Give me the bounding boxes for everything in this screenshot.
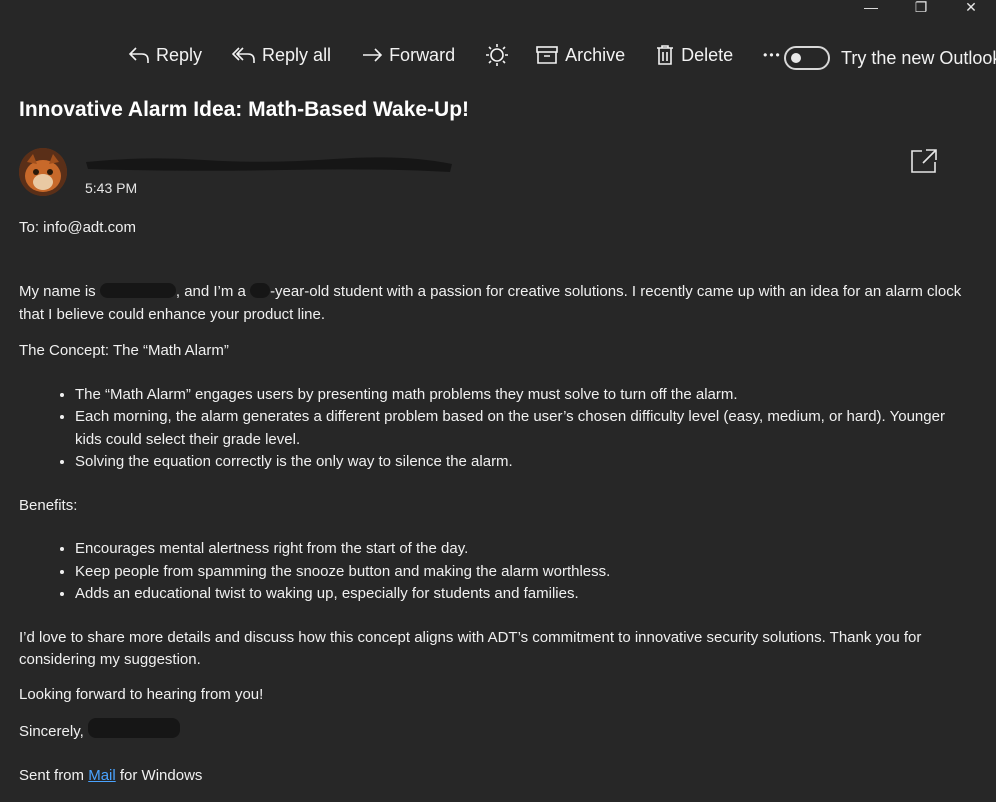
- sender-name-redaction: [86, 157, 452, 172]
- trash-icon: [657, 45, 674, 65]
- list-item: Keep people from spamming the snooze but…: [75, 561, 969, 584]
- forward-icon: [363, 48, 383, 62]
- archive-label: Archive: [565, 44, 626, 65]
- reply-icon: [128, 47, 149, 63]
- more-actions-button[interactable]: •••: [763, 48, 782, 62]
- for-windows-text: for Windows: [115, 766, 203, 784]
- close-button[interactable]: ✕: [946, 0, 996, 15]
- delete-label: Delete: [681, 44, 734, 65]
- reply-button[interactable]: Reply: [128, 45, 202, 66]
- archive-button[interactable]: Archive: [535, 45, 625, 66]
- list-item: The “Math Alarm” engages users by presen…: [75, 384, 969, 407]
- new-outlook-toggle-label: Try the new Outlook: [841, 48, 996, 68]
- list-item: Encourages mental alertness right from t…: [75, 538, 969, 561]
- benefits-heading: Benefits:: [19, 496, 78, 514]
- sun-icon: [486, 44, 509, 66]
- list-item: Solving the equation correctly is the on…: [75, 451, 969, 474]
- redacted-name: [99, 283, 176, 298]
- forward-label: Forward: [389, 44, 456, 65]
- recipient-line: To: info@adt.com: [19, 219, 136, 236]
- sent-time: 5:43 PM: [85, 180, 138, 196]
- theme-button[interactable]: [485, 43, 509, 67]
- popout-button[interactable]: [910, 148, 938, 179]
- archive-icon: [536, 46, 558, 64]
- window-controls: — ❐ ✕: [846, 0, 996, 15]
- sender-avatar: [19, 148, 67, 196]
- redacted-age: [250, 283, 271, 298]
- intro-paragraph: My name is , and I’m a -year-old student…: [19, 281, 969, 326]
- intro-text-b: , and I’m a: [175, 283, 251, 300]
- sincerely-text: Sincerely,: [19, 723, 84, 740]
- looking-forward-line: Looking forward to hearing from you!: [19, 685, 264, 703]
- reply-all-label: Reply all: [262, 44, 332, 65]
- list-item: Adds an educational twist to waking up, …: [75, 583, 969, 606]
- reply-all-button[interactable]: Reply all: [232, 45, 331, 66]
- restore-button[interactable]: ❐: [896, 0, 946, 15]
- reply-label: Reply: [156, 44, 203, 65]
- benefits-list: Encourages mental alertness right from t…: [19, 538, 969, 606]
- reply-all-icon: [232, 47, 255, 63]
- intro-text-a: My name is: [19, 283, 100, 300]
- closing-paragraph: I’d love to share more details and discu…: [19, 628, 922, 669]
- forward-button[interactable]: Forward: [361, 45, 455, 66]
- more-icon: •••: [763, 48, 782, 62]
- popout-icon: [911, 149, 937, 173]
- email-body: My name is , and I’m a -year-old student…: [19, 281, 969, 787]
- new-outlook-toggle[interactable]: [784, 46, 830, 70]
- minimize-button[interactable]: —: [846, 0, 896, 15]
- signoff-line: Sincerely,: [19, 718, 969, 744]
- concept-heading: The Concept: The “Math Alarm”: [19, 342, 229, 359]
- signature-line: Sent from Mail for Windows: [19, 765, 969, 788]
- list-item: Each morning, the alarm generates a diff…: [75, 406, 969, 451]
- mail-link[interactable]: Mail: [88, 767, 116, 784]
- delete-button[interactable]: Delete: [655, 44, 733, 66]
- toggle-knob: [791, 53, 801, 63]
- email-subject: Innovative Alarm Idea: Math-Based Wake-U…: [19, 98, 470, 121]
- concept-list: The “Math Alarm” engages users by presen…: [19, 384, 969, 474]
- redacted-signature: [87, 718, 180, 738]
- sent-from-text: Sent from: [19, 766, 89, 784]
